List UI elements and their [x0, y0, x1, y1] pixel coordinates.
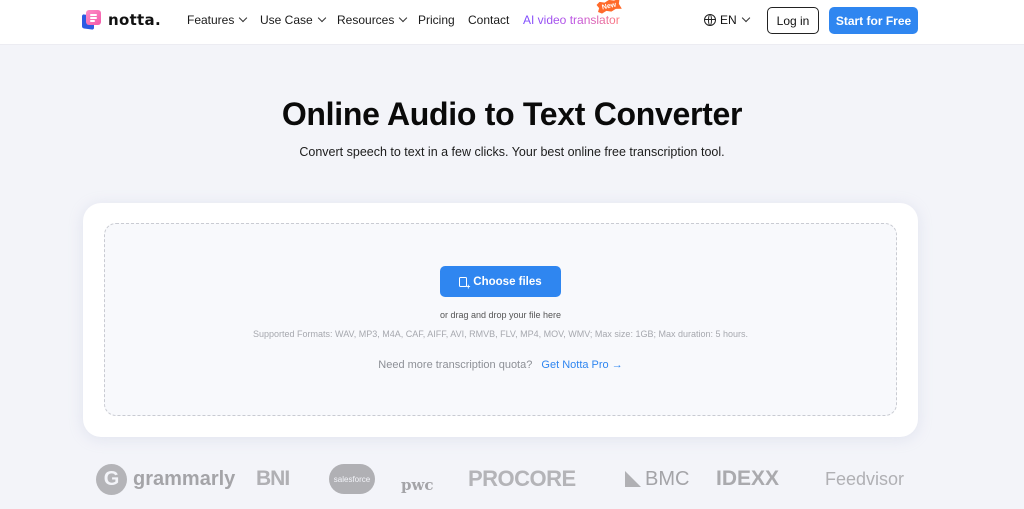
- get-notta-pro-link[interactable]: Get Notta Pro →: [541, 359, 622, 371]
- customer-logos: G grammarly BNI salesforce pwc PROCORE B…: [0, 460, 1024, 498]
- chevron-down-icon: [741, 13, 750, 23]
- nav-resources[interactable]: Resources: [337, 13, 408, 27]
- nav-features-label: Features: [187, 13, 235, 27]
- pwc-logo: pwc: [401, 476, 434, 494]
- supported-formats: Supported Formats: WAV, MP3, M4A, CAF, A…: [253, 329, 748, 339]
- nav-resources-label: Resources: [337, 13, 395, 27]
- procore-logo: PROCORE: [468, 466, 576, 491]
- chevron-down-icon: [317, 13, 326, 23]
- bni-logo: BNI: [256, 467, 290, 490]
- nav-use-case[interactable]: Use Case: [260, 13, 326, 27]
- feedvisor-logo: Feedvisor: [825, 468, 905, 489]
- chevron-down-icon: [239, 13, 248, 23]
- quota-row: Need more transcription quota? Get Notta…: [105, 359, 896, 371]
- notta-logo[interactable]: notta.: [82, 10, 161, 30]
- ai-video-translator-label: AI video translator: [523, 13, 620, 27]
- nav-contact[interactable]: Contact: [468, 13, 509, 27]
- start-for-free-button[interactable]: Start for Free: [829, 7, 918, 34]
- nav-pricing[interactable]: Pricing: [418, 13, 455, 27]
- globe-icon: [704, 14, 716, 26]
- top-nav: notta. Features Use Case Resources Prici…: [0, 0, 1024, 45]
- drag-drop-hint: or drag and drop your file here: [439, 310, 562, 320]
- grammarly-logo: G grammarly: [96, 460, 235, 498]
- bmc-text: BMC: [645, 467, 690, 490]
- grammarly-text: grammarly: [133, 467, 236, 490]
- nav-features[interactable]: Features: [187, 13, 248, 27]
- salesforce-logo: salesforce: [329, 460, 375, 498]
- language-selector[interactable]: EN: [704, 13, 750, 27]
- file-dropzone[interactable]: Choose files or drag and drop your file …: [104, 223, 897, 416]
- choose-files-label: Choose files: [473, 275, 542, 288]
- language-label: EN: [720, 13, 737, 27]
- salesforce-cloud-icon: salesforce: [329, 464, 375, 494]
- choose-files-button[interactable]: Choose files: [440, 266, 561, 297]
- login-button[interactable]: Log in: [767, 7, 819, 34]
- chevron-down-icon: [399, 13, 408, 23]
- notta-logo-icon: [82, 10, 102, 30]
- nav-ai-video-translator[interactable]: AI video translator: [523, 13, 620, 27]
- logo-text: notta.: [108, 11, 161, 29]
- nav-use-case-label: Use Case: [260, 13, 313, 27]
- idexx-logo: IDEXX: [716, 467, 780, 490]
- grammarly-icon: G: [96, 463, 127, 495]
- bmc-triangle-icon: [625, 471, 641, 487]
- upload-card: Choose files or drag and drop your file …: [83, 203, 918, 437]
- file-add-icon: [459, 276, 470, 291]
- page-title: Online Audio to Text Converter: [281, 96, 743, 132]
- bmc-logo: BMC: [625, 460, 689, 498]
- page-subtitle: Convert speech to text in a few clicks. …: [299, 145, 725, 159]
- quota-text: Need more transcription quota?: [378, 359, 533, 371]
